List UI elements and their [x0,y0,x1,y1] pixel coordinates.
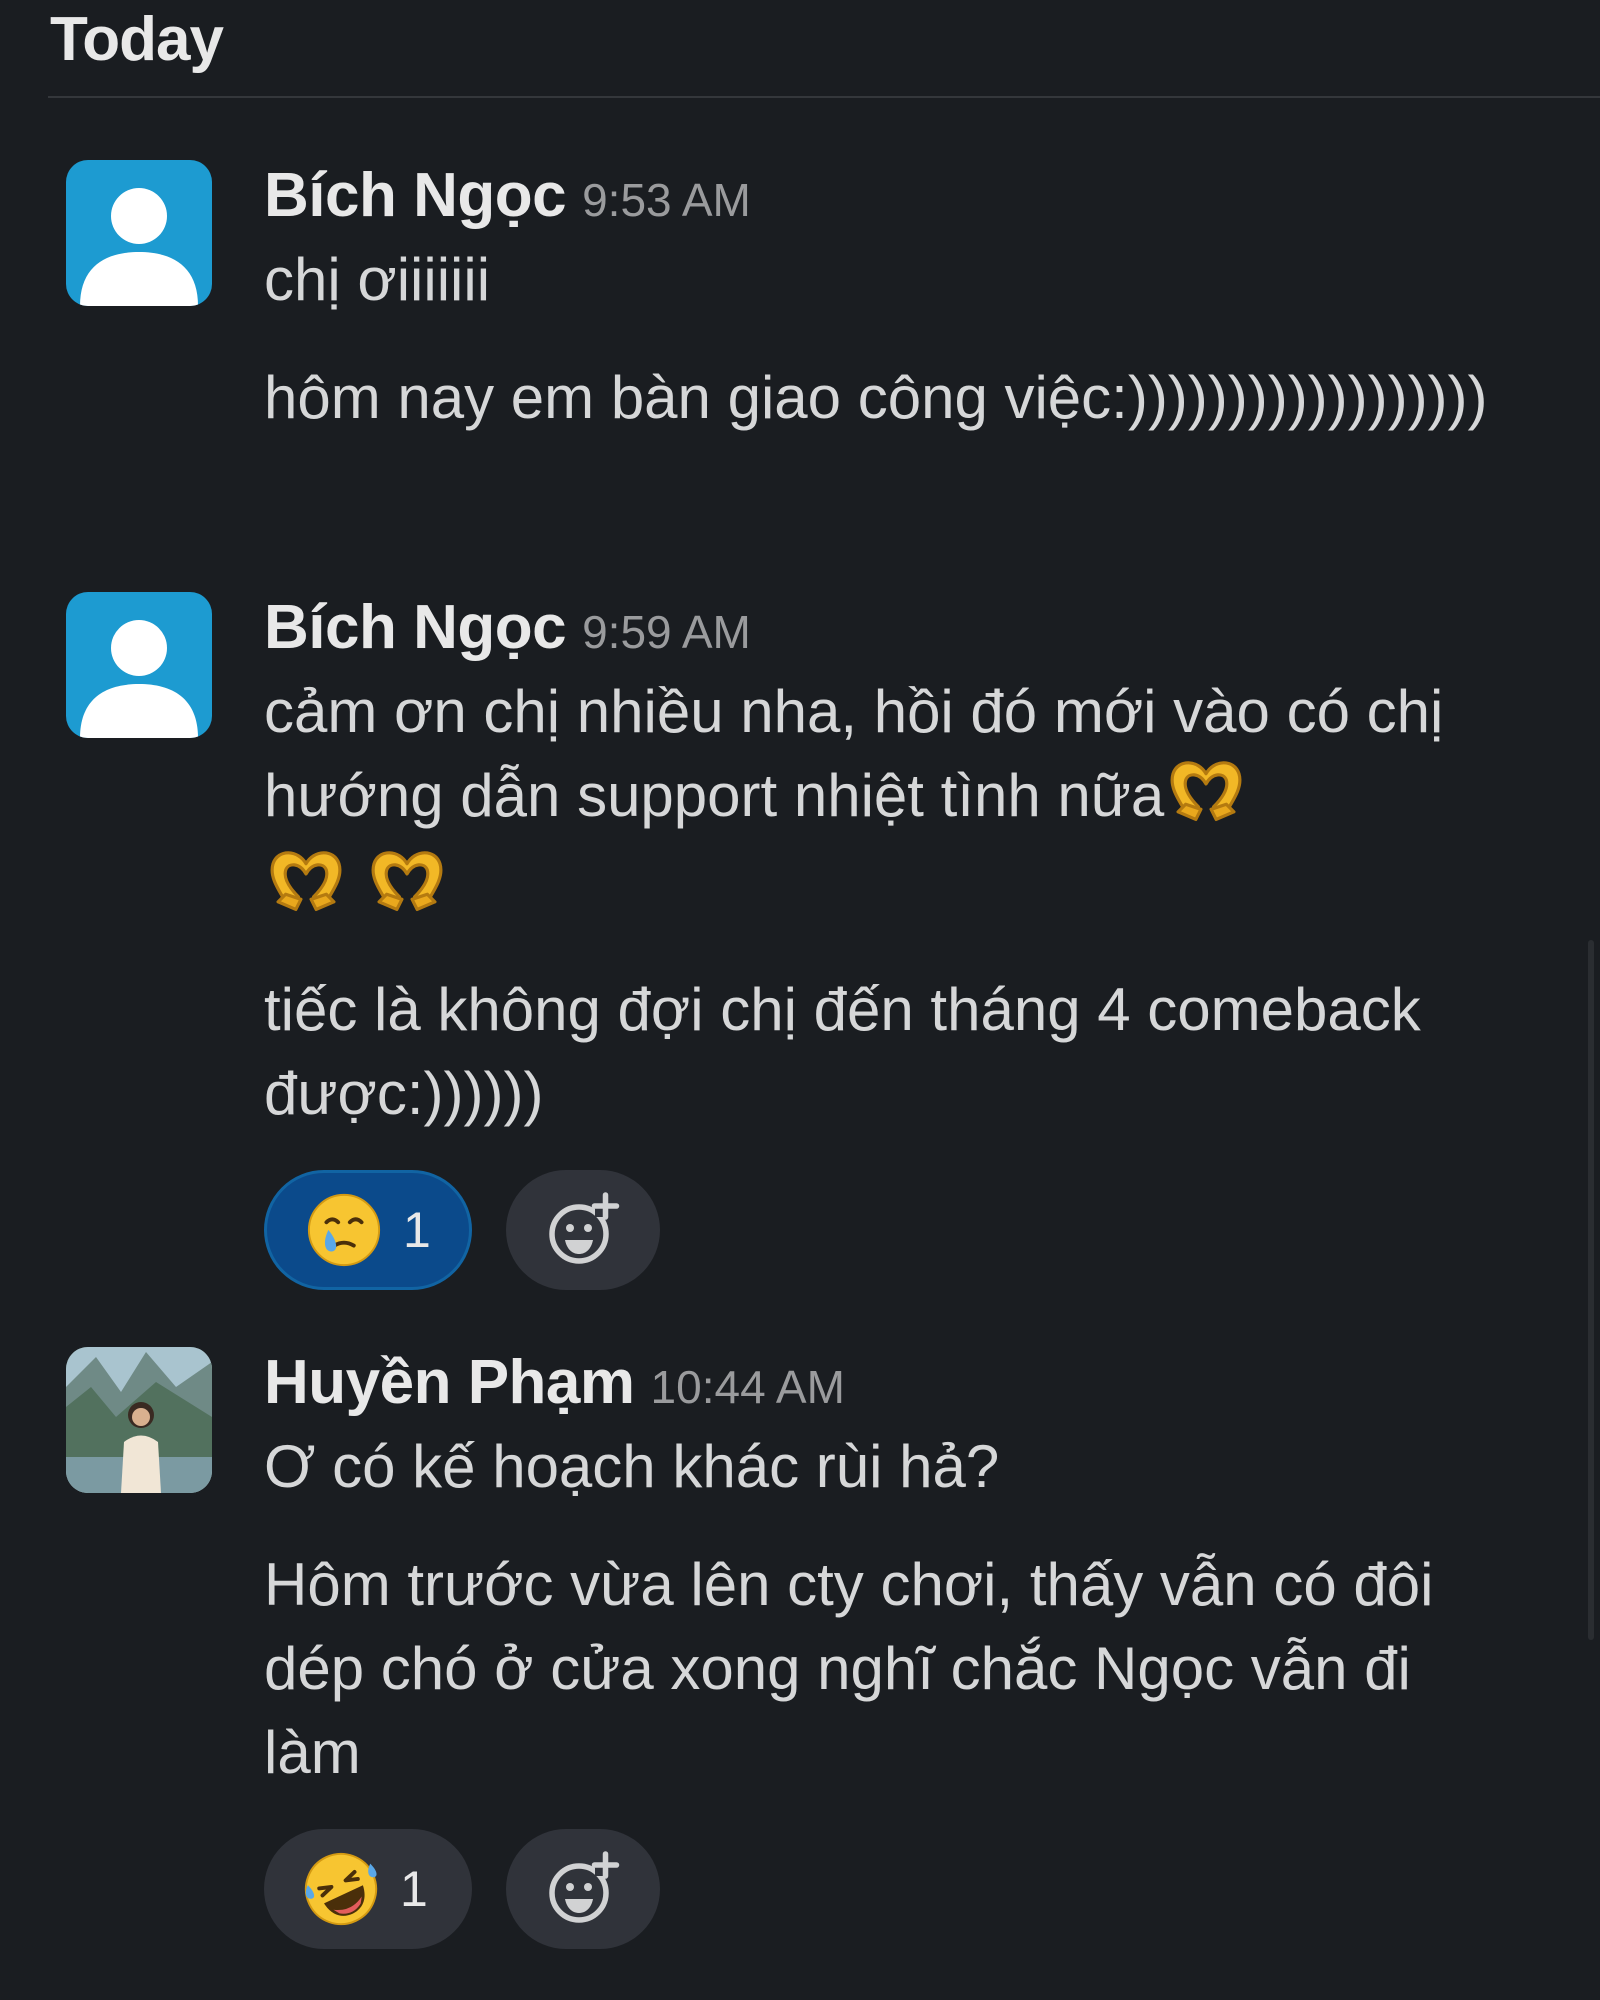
day-divider: Today [48,0,1600,98]
rolling-on-floor-laughing-emoji [304,1852,378,1926]
message-text: Ơ có kế hoạch khác rùi hả? [264,1433,1000,1500]
sender-name[interactable]: Bích Ngọc [264,593,567,662]
default-user-icon[interactable] [66,592,212,738]
reactions-bar: 1 [264,1829,1514,1949]
user-silhouette-icon [66,592,212,738]
reactions-bar: 1 [264,1170,1514,1290]
reaction-pill[interactable]: 1 [264,1170,472,1290]
message-text: Hôm trước vừa lên cty chơi, thấy vẫn có … [264,1551,1434,1786]
face-holding-back-tears-emoji [307,1193,381,1267]
message-text-block: cảm ơn chị nhiều nha, hồi đó mới vào có … [264,670,1514,934]
sender-name[interactable]: Bích Ngọc [264,161,567,230]
message-text: cảm ơn chị nhiều nha, hồi đó mới vào có … [264,678,1444,829]
add-reaction-button[interactable] [506,1829,660,1949]
message-header: Bích Ngọc 9:59 AM [264,592,1514,670]
heart-hands-emoji [1164,756,1248,844]
timestamp[interactable]: 10:44 AM [651,1361,845,1413]
user-silhouette-icon [66,160,212,306]
heart-hands-emoji [264,846,348,934]
scrollbar[interactable] [1588,940,1594,1640]
reaction-pill[interactable]: 1 [264,1829,472,1949]
message-text: hôm nay em bàn giao công việc:))))))))))… [264,364,1488,431]
default-user-icon[interactable] [66,160,212,306]
add-reaction-icon [543,1190,623,1270]
message-text: tiếc là không đợi chị đến tháng 4 comeba… [264,976,1421,1127]
add-reaction-icon [543,1849,623,1929]
timestamp[interactable]: 9:53 AM [582,174,751,226]
day-label: Today [50,5,224,74]
message-header: Huyền Phạm 10:44 AM [264,1347,1514,1425]
sender-name[interactable]: Huyền Phạm [264,1348,635,1417]
reaction-count: 1 [403,1202,431,1258]
message-header: Bích Ngọc 9:53 AM [264,160,1514,238]
heart-hands-emoji [365,846,449,934]
add-reaction-button[interactable] [506,1170,660,1290]
profile-photo[interactable] [66,1347,212,1493]
timestamp[interactable]: 9:59 AM [582,606,751,658]
reaction-count: 1 [400,1861,428,1917]
profile-photo-image [66,1347,212,1493]
message-text: chị ơiiiiiii [264,246,491,313]
